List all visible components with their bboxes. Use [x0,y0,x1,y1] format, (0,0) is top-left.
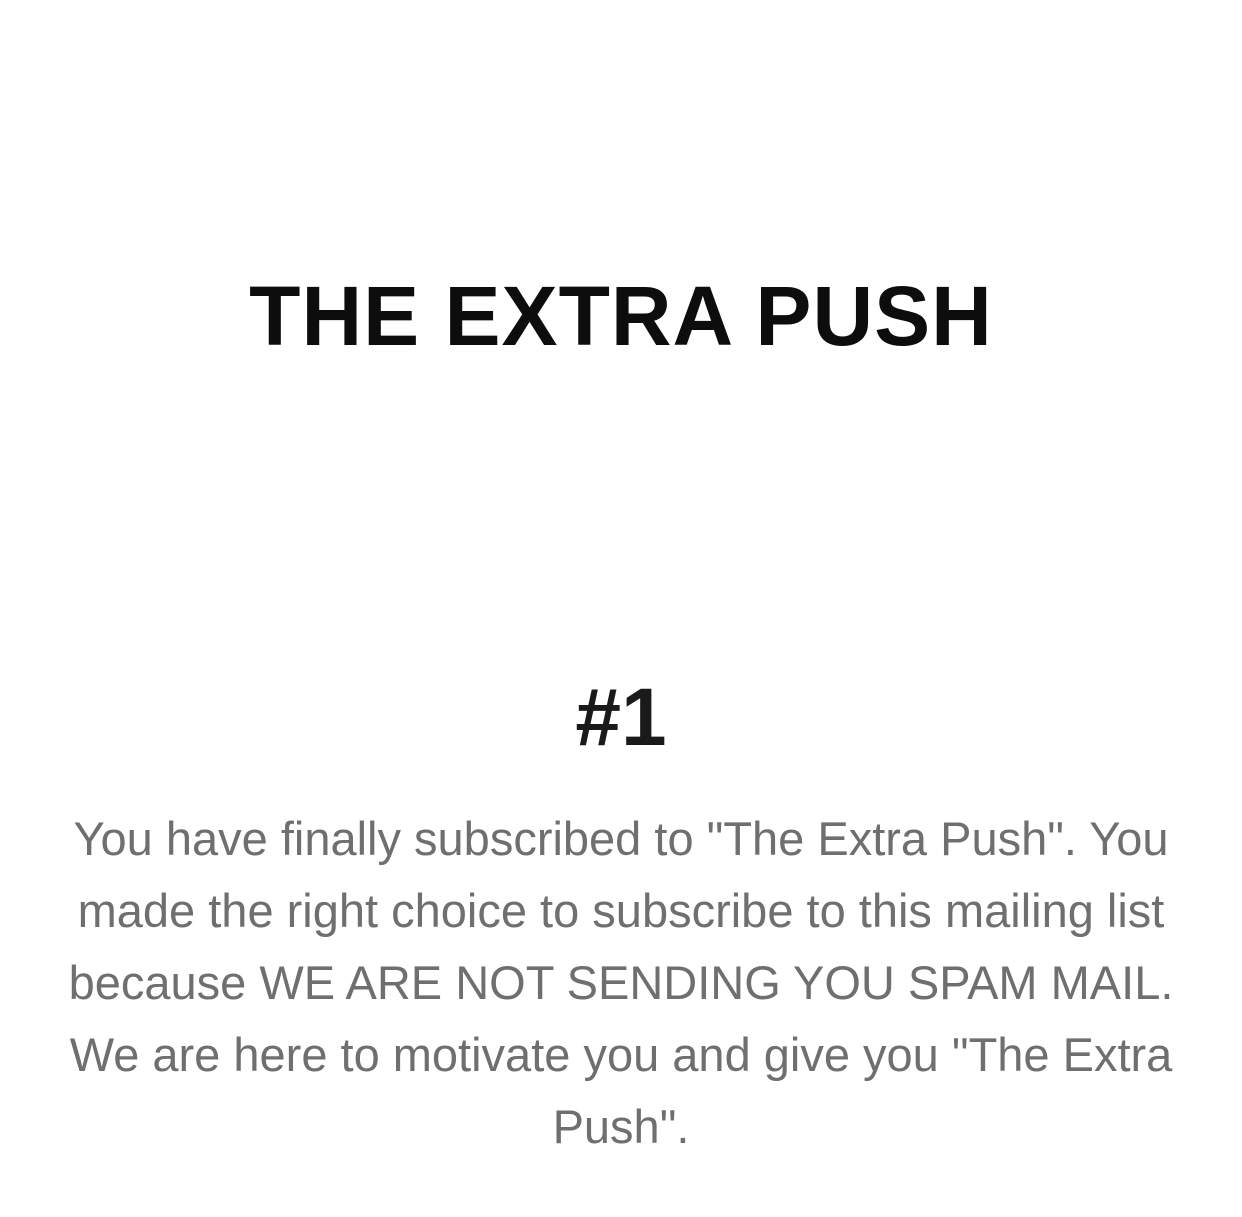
welcome-message: You have finally subscribed to "The Extr… [68,812,1174,1153]
email-page: THE EXTRA PUSH #1 You have finally subsc… [0,0,1242,1217]
issue-number: #1 [575,672,667,763]
newsletter-title: THE EXTRA PUSH [249,269,993,363]
